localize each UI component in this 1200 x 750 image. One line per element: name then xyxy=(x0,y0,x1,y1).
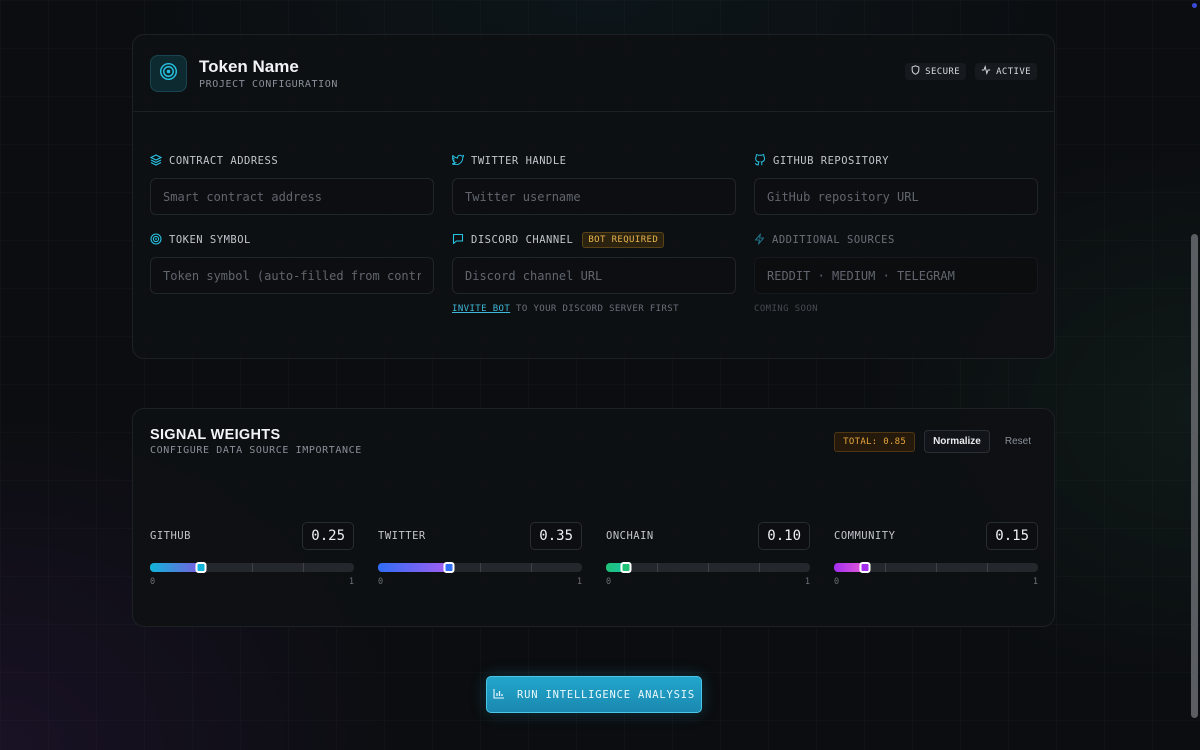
additional-sources-field: ADDITIONAL SOURCES COMING SOON xyxy=(754,232,1038,314)
weight-label: GITHUB xyxy=(150,530,191,542)
zap-icon xyxy=(754,232,765,248)
coming-soon-hint: COMING SOON xyxy=(754,304,819,314)
track-tick xyxy=(657,563,658,572)
window-indicator xyxy=(1192,3,1197,8)
token-symbol-input[interactable] xyxy=(150,257,434,294)
scale-max: 1 xyxy=(348,577,354,587)
track-tick xyxy=(759,563,760,572)
scale-max: 1 xyxy=(804,577,810,587)
weight-label: TWITTER xyxy=(378,530,426,542)
github-repository-field: GITHUB REPOSITORY xyxy=(754,153,1038,215)
track-tick xyxy=(252,563,253,572)
weight-thumb[interactable] xyxy=(859,562,871,573)
github-repository-input[interactable] xyxy=(754,178,1038,215)
signal-weights-card: SIGNAL WEIGHTS CONFIGURE DATA SOURCE IMP… xyxy=(132,408,1055,627)
weight-value[interactable]: 0.35 xyxy=(530,522,582,550)
weight-slider-twitter: TWITTER 0.35 0 1 xyxy=(378,522,582,587)
weight-track[interactable] xyxy=(378,562,582,573)
activity-icon xyxy=(981,64,991,78)
config-header: Token Name PROJECT CONFIGURATION SECURE … xyxy=(133,35,1054,112)
weight-fill xyxy=(378,563,450,572)
discord-channel-field: DISCORD CHANNEL BOT REQUIRED INVITE BOT … xyxy=(452,232,736,314)
track-tick xyxy=(531,563,532,572)
weight-value[interactable]: 0.25 xyxy=(302,522,354,550)
scrollbar[interactable] xyxy=(1191,234,1198,718)
target-icon xyxy=(150,232,162,248)
scale-min: 0 xyxy=(378,577,384,587)
active-badge: ACTIVE xyxy=(975,63,1037,80)
weight-track[interactable] xyxy=(606,562,810,573)
weight-thumb[interactable] xyxy=(195,562,207,573)
scale-max: 1 xyxy=(1032,577,1038,587)
twitter-handle-field: TWITTER HANDLE xyxy=(451,153,736,215)
normalize-button[interactable]: Normalize xyxy=(924,430,990,453)
secure-badge: SECURE xyxy=(905,63,967,80)
weight-label: COMMUNITY xyxy=(834,530,896,542)
target-icon xyxy=(159,62,178,85)
contract-address-field: CONTRACT ADDRESS xyxy=(149,153,434,215)
bar-chart-icon xyxy=(493,688,505,702)
github-icon xyxy=(754,153,766,169)
twitter-icon xyxy=(451,154,465,168)
track-tick xyxy=(885,563,886,572)
contract-address-input[interactable] xyxy=(150,178,434,215)
weight-thumb[interactable] xyxy=(620,562,632,573)
invite-bot-link[interactable]: INVITE BOT xyxy=(452,304,510,314)
layers-icon xyxy=(149,153,163,169)
token-symbol-field: TOKEN SYMBOL xyxy=(150,232,434,294)
additional-sources-input xyxy=(754,257,1038,294)
signal-weights-title: SIGNAL WEIGHTS xyxy=(150,427,281,443)
discord-channel-input[interactable] xyxy=(452,257,736,294)
weight-thumb[interactable] xyxy=(443,562,455,573)
token-subtitle: PROJECT CONFIGURATION xyxy=(199,78,339,90)
scale-min: 0 xyxy=(150,577,156,587)
weight-slider-community: COMMUNITY 0.15 0 1 xyxy=(834,522,1038,587)
reset-button[interactable]: Reset xyxy=(999,430,1037,453)
track-tick xyxy=(936,563,937,572)
track-tick xyxy=(303,563,304,572)
scale-min: 0 xyxy=(606,577,612,587)
total-badge: TOTAL: 0.85 xyxy=(834,431,916,452)
weight-track[interactable] xyxy=(834,562,1038,573)
token-title: Token Name xyxy=(199,56,299,76)
track-tick xyxy=(708,563,709,572)
weight-label: ONCHAIN xyxy=(606,530,654,542)
track-tick xyxy=(987,563,988,572)
weight-slider-onchain: ONCHAIN 0.10 0 1 xyxy=(606,522,810,587)
signal-weights-subtitle: CONFIGURE DATA SOURCE IMPORTANCE xyxy=(150,445,362,456)
token-logo xyxy=(150,54,187,92)
track-tick xyxy=(480,563,481,572)
scale-max: 1 xyxy=(576,577,582,587)
project-config-card: Token Name PROJECT CONFIGURATION SECURE … xyxy=(132,34,1055,359)
weight-slider-github: GITHUB 0.25 0 1 xyxy=(150,522,354,587)
message-icon xyxy=(452,233,464,248)
weight-fill xyxy=(150,563,201,572)
discord-hint: INVITE BOT TO YOUR DISCORD SERVER FIRST xyxy=(452,304,679,314)
scale-min: 0 xyxy=(834,577,840,587)
weight-value[interactable]: 0.10 xyxy=(758,522,810,550)
bot-required-badge: BOT REQUIRED xyxy=(582,232,665,248)
twitter-handle-input[interactable] xyxy=(452,178,736,215)
weight-value[interactable]: 0.15 xyxy=(986,522,1038,550)
run-analysis-button[interactable]: RUN INTELLIGENCE ANALYSIS xyxy=(486,676,702,713)
shield-icon xyxy=(911,65,920,78)
weight-track[interactable] xyxy=(150,562,354,573)
